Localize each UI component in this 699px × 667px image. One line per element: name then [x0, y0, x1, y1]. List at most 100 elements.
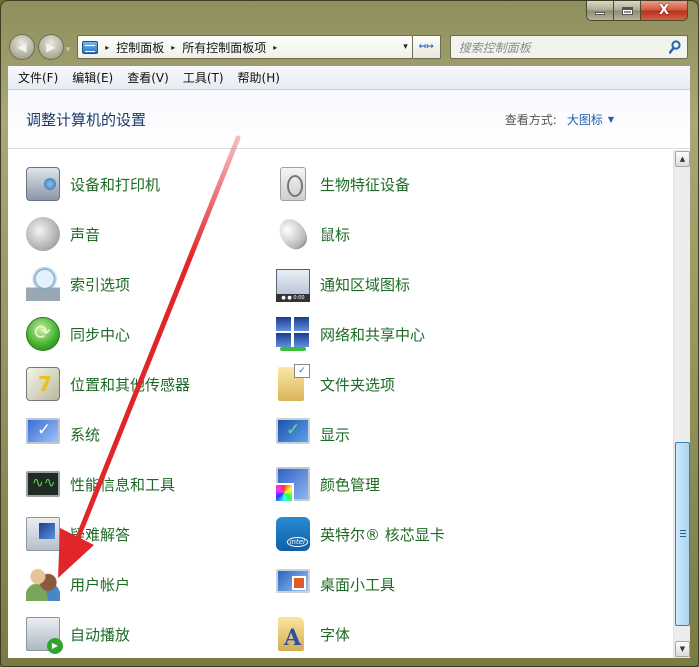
minimize-icon — [595, 11, 605, 15]
item-sound[interactable]: 声音 — [26, 214, 100, 254]
search-placeholder: 搜索控制面板 — [458, 40, 531, 55]
item-label: 用户帐户 — [70, 575, 131, 594]
item-label: 疑难解答 — [70, 525, 131, 544]
view-by-label: 查看方式: — [504, 113, 557, 127]
item-label: 桌面小工具 — [320, 575, 396, 594]
address-dropdown-icon[interactable]: ▾ — [403, 42, 408, 52]
scroll-up-button[interactable]: ▲ — [675, 151, 690, 167]
vertical-scrollbar[interactable]: ▲ ▼ — [673, 150, 690, 658]
item-label: 网络和共享中心 — [320, 325, 426, 344]
item-location-sensors[interactable]: 位置和其他传感器 — [26, 364, 190, 404]
item-system[interactable]: 系统 — [26, 414, 100, 454]
item-display[interactable]: 显示 — [276, 414, 350, 454]
item-desktop-gadgets[interactable]: 桌面小工具 — [276, 564, 395, 604]
recent-pages-dropdown[interactable]: ▾ — [66, 45, 71, 55]
breadcrumb-separator[interactable]: ▸ — [105, 43, 109, 52]
item-user-accounts[interactable]: 用户帐户 — [26, 564, 130, 604]
maximize-button[interactable] — [614, 1, 641, 21]
scroll-down-button[interactable]: ▼ — [675, 641, 690, 657]
page-title: 调整计算机的设置 — [26, 111, 147, 129]
back-button[interactable]: ◀ — [9, 34, 35, 60]
item-fonts[interactable]: 字体 — [276, 614, 350, 654]
autoplay-icon — [26, 617, 63, 654]
breadcrumb-all-items[interactable]: 所有控制面板项 — [182, 39, 266, 56]
scrollbar-thumb[interactable] — [675, 441, 690, 626]
item-label: 颜色管理 — [320, 475, 381, 494]
item-network-sharing-center[interactable]: 网络和共享中心 — [276, 314, 425, 354]
display-icon — [276, 418, 310, 444]
navigation-bar: ◀ ▶ ▾ ▸ 控制面板 ▸ 所有控制面板项 ▸ ▾ ↤↦ 搜索控制面板 — [9, 34, 688, 60]
folder-options-icon — [278, 364, 310, 401]
breadcrumb-control-panel[interactable]: 控制面板 — [116, 39, 164, 56]
intel-graphics-icon — [276, 517, 310, 551]
minimize-button[interactable] — [586, 1, 614, 21]
control-panel-items: 设备和打印机 声音 索引选项 同步中心 位置和其他传感器 系统 — [8, 150, 672, 658]
item-label: 索引选项 — [70, 275, 131, 294]
item-intel-graphics[interactable]: 英特尔® 核芯显卡 — [276, 514, 445, 554]
printer-icon — [26, 167, 60, 201]
view-by-control: 查看方式: 大图标 ▼ — [505, 111, 614, 128]
item-label: 英特尔® 核芯显卡 — [320, 525, 445, 544]
speaker-icon — [26, 217, 60, 251]
item-troubleshooting[interactable]: 疑难解答 — [26, 514, 130, 554]
system-icon — [26, 418, 60, 444]
content-header: 调整计算机的设置 查看方式: 大图标 ▼ — [8, 90, 690, 149]
item-label: 自动播放 — [70, 625, 131, 644]
content-pane: 调整计算机的设置 查看方式: 大图标 ▼ 设备和打印机 声音 索引选项 ⟳ 同步… — [8, 90, 690, 658]
refresh-icon: ↤↦ — [418, 42, 434, 52]
item-label: 文件夹选项 — [320, 375, 396, 394]
item-notification-area-icons[interactable]: 通知区域图标 — [276, 264, 410, 304]
item-color-management[interactable]: 颜色管理 — [274, 464, 381, 504]
breadcrumb-separator[interactable]: ▸ — [171, 43, 175, 52]
refresh-button[interactable]: ↤↦ — [412, 35, 441, 59]
search-input[interactable]: 搜索控制面板 — [449, 35, 688, 59]
item-performance[interactable]: 性能信息和工具 — [26, 464, 175, 504]
item-label: 声音 — [70, 225, 101, 244]
chevron-down-icon[interactable]: ▼ — [608, 115, 614, 124]
breadcrumb-separator[interactable]: ▸ — [273, 43, 277, 52]
control-panel-icon — [82, 40, 99, 54]
menu-edit[interactable]: 编辑(E) — [72, 69, 113, 86]
location-sensor-icon — [26, 367, 60, 401]
mouse-icon — [273, 214, 313, 254]
item-label: 同步中心 — [70, 325, 131, 344]
menu-tools[interactable]: 工具(T) — [183, 69, 224, 86]
item-biometric-devices[interactable]: 生物特征设备 — [276, 164, 410, 204]
menu-file[interactable]: 文件(F) — [18, 69, 58, 86]
color-management-icon — [274, 467, 310, 503]
address-bar[interactable]: ▸ 控制面板 ▸ 所有控制面板项 ▸ ▾ — [77, 35, 413, 59]
view-by-dropdown[interactable]: 大图标 — [567, 111, 603, 128]
performance-icon — [26, 471, 60, 497]
grip-icon — [679, 530, 686, 538]
item-label: 生物特征设备 — [320, 175, 411, 194]
menu-bar: 文件(F) 编辑(E) 查看(V) 工具(T) 帮助(H) — [8, 66, 690, 90]
item-label: 设备和打印机 — [70, 175, 161, 194]
item-mouse[interactable]: 鼠标 — [273, 214, 351, 254]
sync-icon — [26, 317, 60, 351]
forward-arrow-icon: ▶ — [46, 40, 56, 54]
caption-buttons: X — [586, 1, 688, 21]
forward-button[interactable]: ▶ — [37, 34, 64, 60]
item-sync-center[interactable]: 同步中心 — [26, 314, 130, 354]
index-search-icon — [26, 267, 60, 301]
menu-help[interactable]: 帮助(H) — [238, 69, 280, 86]
network-icon — [276, 317, 310, 351]
maximize-icon — [621, 6, 633, 15]
fingerprint-icon — [280, 167, 306, 201]
chevron-up-icon: ▲ — [679, 155, 686, 163]
item-label: 鼠标 — [320, 225, 351, 244]
item-autoplay[interactable]: 自动播放 — [26, 614, 130, 654]
control-panel-window: X ◀ ▶ ▾ ▸ 控制面板 ▸ 所有控制面板项 ▸ ▾ ↤↦ 搜索控制面板 文… — [0, 0, 699, 667]
item-folder-options[interactable]: 文件夹选项 — [276, 364, 395, 404]
close-icon: X — [658, 3, 670, 18]
item-label: 显示 — [320, 425, 351, 444]
search-icon[interactable] — [669, 40, 681, 54]
notification-area-icon — [276, 269, 310, 302]
item-label: 字体 — [320, 625, 351, 644]
close-button[interactable]: X — [641, 1, 688, 21]
menu-view[interactable]: 查看(V) — [127, 69, 169, 86]
desktop-gadgets-icon — [276, 569, 310, 593]
user-accounts-icon — [26, 567, 60, 601]
item-devices-and-printers[interactable]: 设备和打印机 — [26, 164, 160, 204]
item-indexing-options[interactable]: 索引选项 — [26, 264, 130, 304]
